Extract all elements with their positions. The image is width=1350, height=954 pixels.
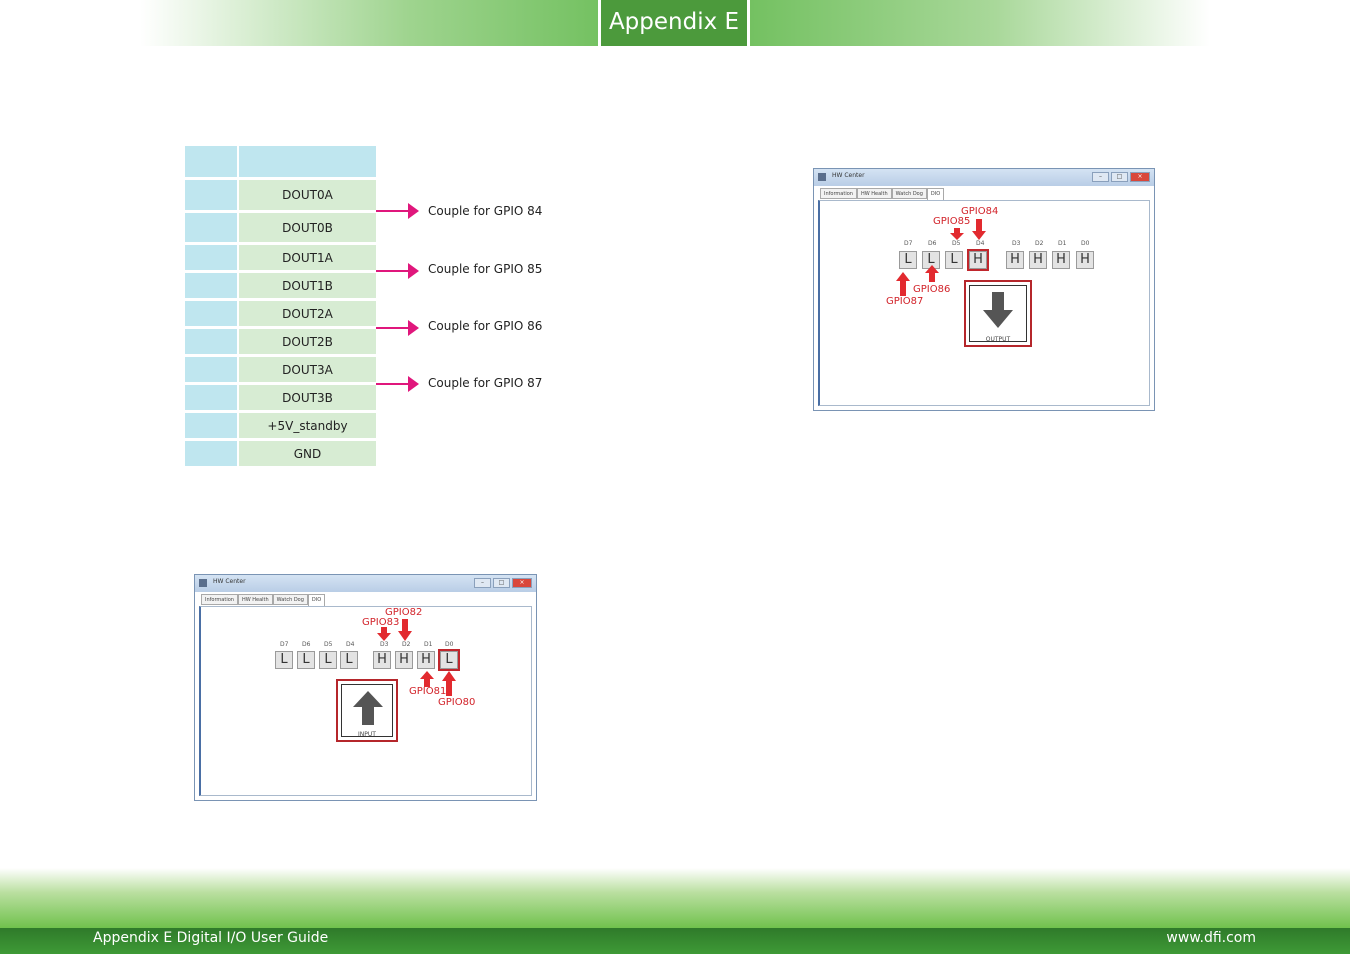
table-row: DOUT0A bbox=[185, 180, 376, 210]
table-row: DOUT2B bbox=[185, 329, 376, 354]
hw-center-input-window: HW Center – □ × Information HW Health Wa… bbox=[194, 574, 537, 801]
footer-gradient bbox=[0, 868, 1350, 930]
table-row: +5V_standby bbox=[185, 413, 376, 438]
table-cell bbox=[239, 146, 376, 177]
pin-table: DOUT0A DOUT0B DOUT1A DOUT1B DOUT2A DOUT2… bbox=[185, 146, 376, 469]
couple-label: Couple for GPIO 86 bbox=[428, 319, 543, 333]
couple-label: Couple for GPIO 85 bbox=[428, 262, 543, 276]
couple-arrow bbox=[376, 376, 420, 392]
table-cell: DOUT2A bbox=[239, 301, 376, 326]
input-label: INPUT bbox=[358, 731, 376, 738]
table-cell: DOUT3A bbox=[239, 357, 376, 382]
couple-label: Couple for GPIO 87 bbox=[428, 376, 543, 390]
table-cell: GND bbox=[239, 441, 376, 466]
table-cell: DOUT1B bbox=[239, 273, 376, 298]
table-row: DOUT1B bbox=[185, 273, 376, 298]
table-row: DOUT2A bbox=[185, 301, 376, 326]
page-title: Appendix E bbox=[598, 0, 750, 46]
table-row: DOUT1A bbox=[185, 245, 376, 270]
arrow-down-icon bbox=[983, 292, 1013, 328]
table-cell: DOUT2B bbox=[239, 329, 376, 354]
table-cell: DOUT3B bbox=[239, 385, 376, 410]
arrow-up-icon bbox=[353, 691, 383, 725]
input-button[interactable]: INPUT bbox=[336, 679, 398, 742]
footer-title: Appendix E Digital I/O User Guide bbox=[93, 930, 329, 946]
output-label: OUTPUT bbox=[985, 336, 1011, 343]
table-row: DOUT0B bbox=[185, 213, 376, 242]
hw-center-output-window: HW Center – □ × Information HW Health Wa… bbox=[813, 168, 1155, 411]
table-cell: DOUT0B bbox=[239, 213, 376, 242]
couple-arrow bbox=[376, 203, 420, 219]
table-cell: DOUT1A bbox=[239, 245, 376, 270]
table-cell: DOUT0A bbox=[239, 180, 376, 210]
footer-url: www.dfi.com bbox=[1166, 930, 1256, 946]
output-button[interactable]: OUTPUT bbox=[964, 280, 1032, 347]
couple-arrow bbox=[376, 320, 420, 336]
table-row: DOUT3B bbox=[185, 385, 376, 410]
table-cell: +5V_standby bbox=[239, 413, 376, 438]
table-row: GND bbox=[185, 441, 376, 466]
table-row bbox=[185, 146, 376, 177]
table-row: DOUT3A bbox=[185, 357, 376, 382]
couple-label: Couple for GPIO 84 bbox=[428, 204, 543, 218]
couple-arrow bbox=[376, 263, 420, 279]
